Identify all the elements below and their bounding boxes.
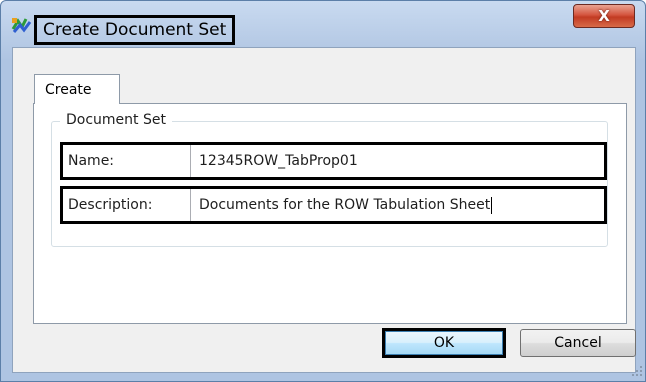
app-icon	[11, 18, 32, 33]
name-row: Name:	[60, 142, 607, 180]
ok-button[interactable]: OK	[382, 328, 506, 358]
description-value: Documents for the ROW Tabulation Sheet	[199, 197, 491, 213]
tab-panel-create: Document Set Name: Description: Document…	[33, 103, 627, 324]
description-input[interactable]: Documents for the ROW Tabulation Sheet	[190, 189, 600, 221]
window-title-text: Create Document Set	[43, 20, 227, 40]
resize-grip-icon[interactable]	[631, 365, 643, 377]
title-bar[interactable]: Create Document Set X	[1, 1, 645, 47]
dialog-client-area: Create Document Set Name: Description: D…	[12, 47, 636, 373]
description-label: Description:	[68, 197, 153, 213]
ok-button-label: OK	[433, 335, 455, 351]
name-input[interactable]	[190, 145, 600, 177]
ok-button-face: OK	[385, 331, 503, 355]
cancel-button-label: Cancel	[554, 335, 602, 351]
dialog-window: Create Document Set X Create Document Se…	[0, 0, 646, 382]
tab-create[interactable]: Create	[34, 74, 120, 104]
name-label: Name:	[68, 153, 115, 169]
cancel-button[interactable]: Cancel	[520, 329, 636, 357]
document-set-group: Document Set Name: Description: Document…	[51, 112, 608, 247]
close-button[interactable]: X	[573, 4, 635, 28]
window-title: Create Document Set	[34, 15, 236, 45]
description-row: Description: Documents for the ROW Tabul…	[60, 186, 607, 224]
tab-create-label: Create	[45, 81, 92, 98]
close-icon: X	[598, 7, 610, 25]
text-caret	[491, 196, 493, 214]
group-legend: Document Set	[60, 112, 172, 128]
